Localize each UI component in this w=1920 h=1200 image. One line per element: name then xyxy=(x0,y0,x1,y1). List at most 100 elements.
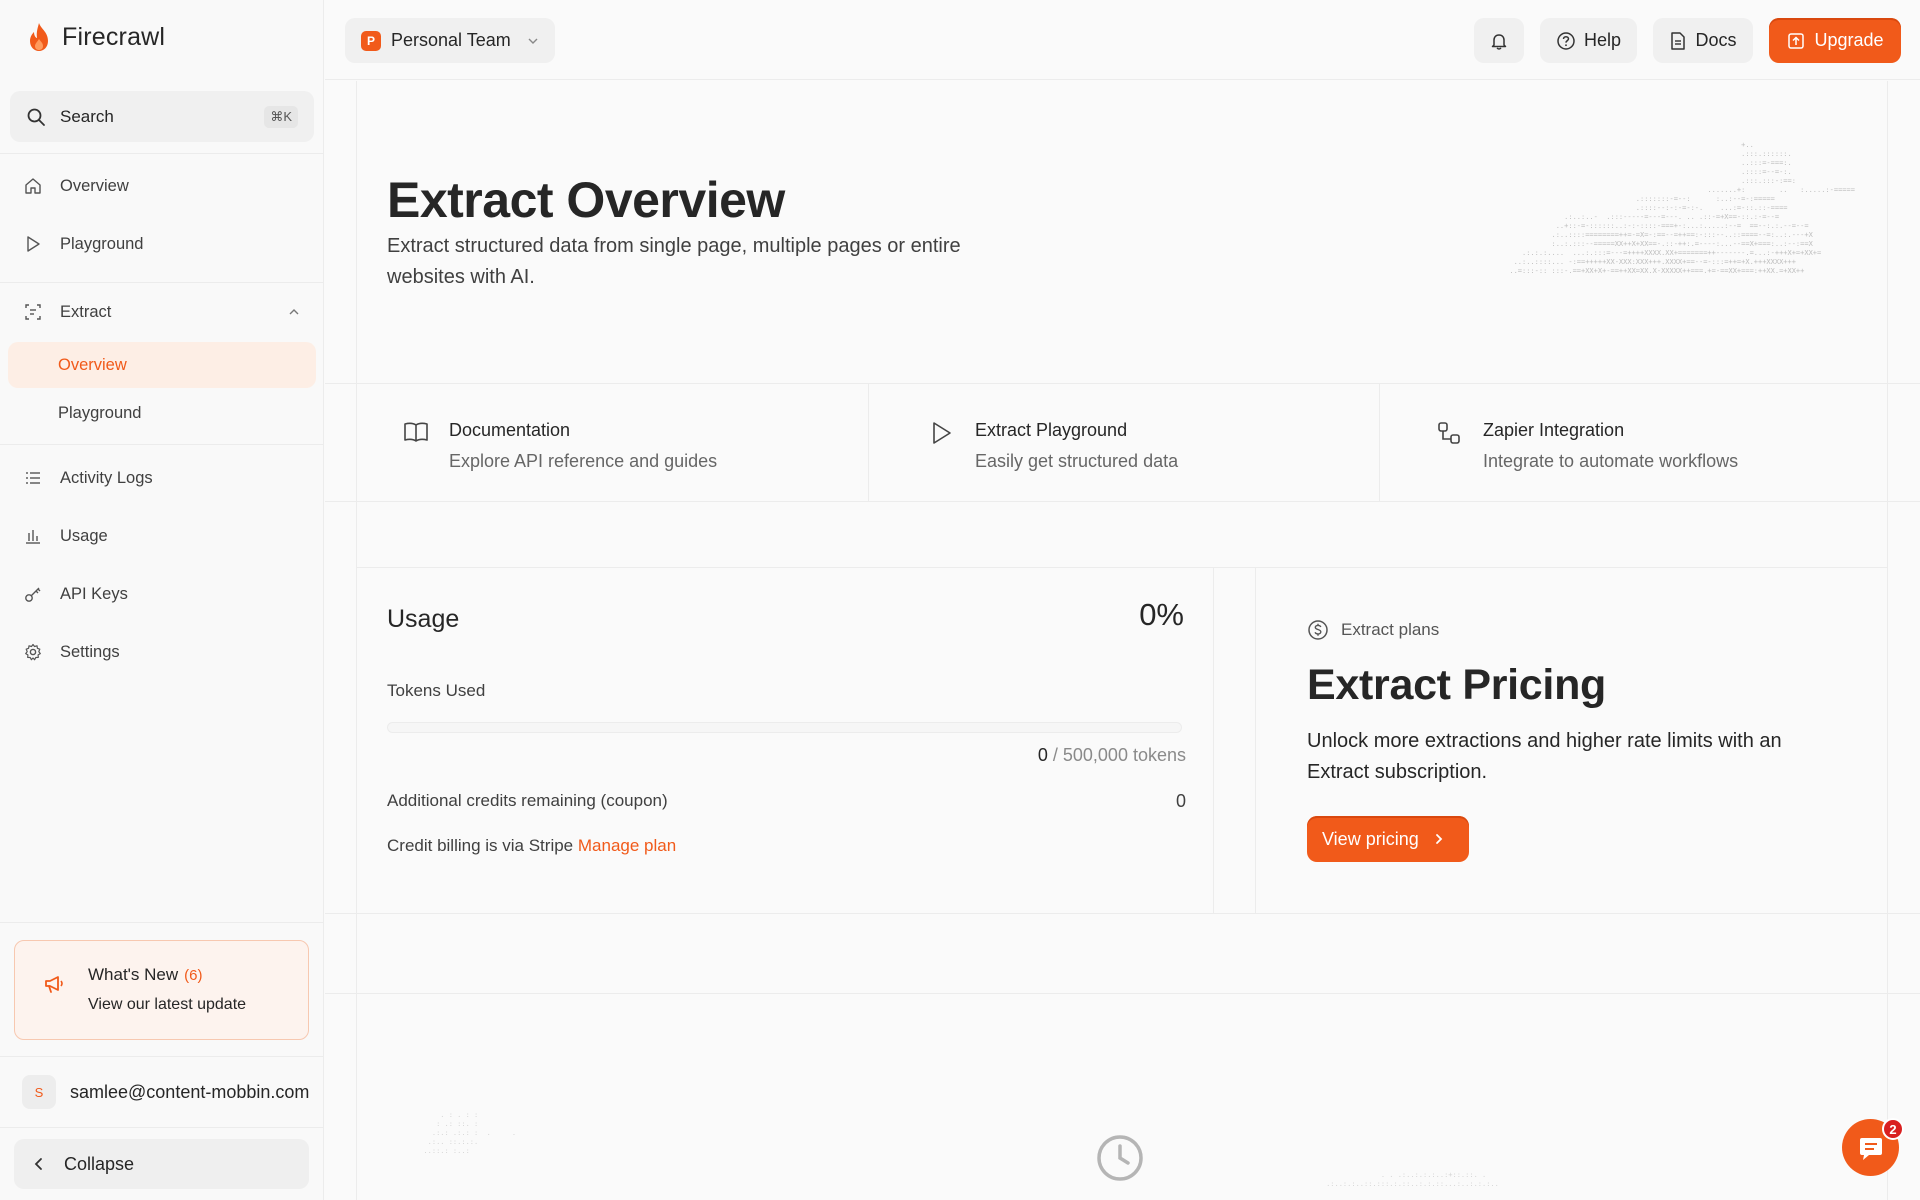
avatar: S xyxy=(22,1075,56,1109)
account-email: samlee@content-mobbin.com xyxy=(70,1081,310,1102)
chevron-down-icon xyxy=(527,35,539,47)
help-button[interactable]: Help xyxy=(1540,18,1637,63)
usage-title: Usage xyxy=(387,605,460,633)
pricing-tag: Extract plans xyxy=(1307,619,1439,641)
divider xyxy=(0,1056,324,1057)
zapier-integration-card[interactable]: Zapier Integration Integrate to automate… xyxy=(1437,385,1857,501)
search-button[interactable]: Search ⌘K xyxy=(10,91,314,142)
key-icon xyxy=(22,583,44,605)
play-icon xyxy=(929,421,953,445)
gear-icon xyxy=(22,641,44,663)
grid-line xyxy=(868,383,869,501)
billing-text: Credit billing is via Stripe xyxy=(387,836,574,855)
grid-line xyxy=(325,913,1920,914)
play-icon xyxy=(22,233,44,255)
sidebar-item-api-keys[interactable]: API Keys xyxy=(0,572,324,616)
sidebar-item-label: Activity Logs xyxy=(60,468,153,487)
whats-new-title: What's New (6) xyxy=(88,965,203,985)
grid-line xyxy=(356,567,1887,568)
upgrade-button[interactable]: Upgrade xyxy=(1769,18,1901,63)
divider xyxy=(0,922,324,923)
grid-line xyxy=(1255,567,1256,913)
sidebar-subitem-extract-playground[interactable]: Playground xyxy=(8,390,316,436)
chevron-left-icon xyxy=(32,1157,46,1171)
card-subtitle: Integrate to automate workflows xyxy=(1483,451,1739,471)
sidebar-item-activity-logs[interactable]: Activity Logs xyxy=(0,456,324,500)
whats-new-card[interactable]: What's New (6) View our latest update xyxy=(14,940,309,1040)
sidebar-subitem-label: Playground xyxy=(58,403,142,422)
team-name: Personal Team xyxy=(391,30,511,50)
decorative-ascii-art: +.. .:::.::::::. ..:::=-===:. .::::=--=-… xyxy=(1509,141,1855,275)
tokens-progress-bar xyxy=(387,722,1182,733)
manage-plan-link[interactable]: Manage plan xyxy=(578,836,676,855)
dollar-icon xyxy=(1307,619,1329,641)
view-pricing-button[interactable]: View pricing xyxy=(1307,816,1469,862)
decorative-ascii-art: . : . : : : .: ::. : .:.: .:.: : . . .:.… xyxy=(423,1111,517,1155)
divider xyxy=(0,282,324,283)
chat-notification-badge: 2 xyxy=(1882,1118,1904,1140)
extract-playground-card[interactable]: Extract Playground Easily get structured… xyxy=(929,385,1349,501)
sidebar-item-overview[interactable]: Overview xyxy=(0,164,324,208)
tokens-used-value: 0 xyxy=(1037,745,1048,765)
sidebar-item-usage[interactable]: Usage xyxy=(0,514,324,558)
billing-info: Credit billing is via Stripe Manage plan xyxy=(387,836,676,856)
sidebar-item-label: Usage xyxy=(60,526,108,545)
sidebar-item-playground[interactable]: Playground xyxy=(0,222,324,266)
docs-button[interactable]: Docs xyxy=(1653,18,1753,63)
sidebar-subitem-extract-overview[interactable]: Overview xyxy=(8,342,316,388)
grid-line xyxy=(325,501,1920,502)
page-title: Extract Overview xyxy=(387,172,785,228)
pricing-description: Unlock more extractions and higher rate … xyxy=(1307,730,1782,783)
home-icon xyxy=(22,175,44,197)
credits-value: 0 xyxy=(1175,791,1186,811)
card-title: Extract Playground xyxy=(975,420,1128,440)
whats-new-count: (6) xyxy=(184,967,203,984)
tokens-total: / 500,000 tokens xyxy=(1052,745,1186,765)
tokens-used-label: Tokens Used xyxy=(387,681,486,700)
search-label: Search xyxy=(60,106,114,126)
extract-icon xyxy=(22,301,44,323)
team-switcher[interactable]: P Personal Team xyxy=(345,18,555,63)
card-subtitle: Explore API reference and guides xyxy=(449,451,718,471)
account-menu[interactable]: S samlee@content-mobbin.com xyxy=(22,1075,322,1109)
sidebar-item-extract[interactable]: Extract xyxy=(0,290,324,334)
upgrade-label: Upgrade xyxy=(1814,30,1884,50)
upgrade-icon xyxy=(1786,31,1806,51)
notifications-button[interactable] xyxy=(1474,18,1524,63)
documentation-card[interactable]: Documentation Explore API reference and … xyxy=(403,385,843,501)
collapse-label: Collapse xyxy=(64,1153,135,1174)
grid-line xyxy=(325,383,1920,384)
pricing-tag-label: Extract plans xyxy=(1341,620,1440,639)
sidebar-subitem-label: Overview xyxy=(58,355,127,374)
grid-line xyxy=(325,993,1920,994)
sidebar-item-label: Extract xyxy=(60,302,112,321)
logo[interactable]: Firecrawl xyxy=(26,22,165,52)
bell-icon xyxy=(1489,31,1509,51)
team-badge: P xyxy=(361,30,381,51)
main-content: Extract Overview Extract structured data… xyxy=(325,81,1920,1200)
sidebar-item-label: API Keys xyxy=(60,584,128,603)
sidebar: Firecrawl Search ⌘K Overview Playground … xyxy=(0,0,324,1200)
whats-new-subtitle: View our latest update xyxy=(88,996,247,1013)
whats-new-title-text: What's New xyxy=(88,965,179,984)
top-bar: P Personal Team Help Docs Upgrade xyxy=(325,0,1920,80)
docs-label: Docs xyxy=(1695,30,1737,50)
sidebar-item-settings[interactable]: Settings xyxy=(0,630,324,674)
grid-line xyxy=(356,81,357,1200)
card-subtitle: Easily get structured data xyxy=(975,451,1179,471)
sidebar-item-label: Overview xyxy=(60,176,129,195)
brand-name: Firecrawl xyxy=(62,22,166,51)
grid-line xyxy=(1887,81,1888,1200)
grid-line xyxy=(1213,567,1214,913)
grid-line xyxy=(1379,383,1380,501)
collapse-button[interactable]: Collapse xyxy=(14,1139,309,1189)
search-shortcut: ⌘K xyxy=(264,105,298,128)
view-pricing-label: View pricing xyxy=(1322,828,1419,849)
credits-label: Additional credits remaining (coupon) xyxy=(387,791,668,810)
decorative-ascii-art: . . .:..:.:.:..:+::.::. . .:..:.:..::.::… xyxy=(1326,1171,1499,1188)
divider xyxy=(0,1127,324,1128)
sidebar-item-label: Settings xyxy=(60,642,120,661)
flame-icon xyxy=(26,22,52,52)
card-title: Documentation xyxy=(449,420,571,440)
chevron-up-icon xyxy=(288,306,300,318)
